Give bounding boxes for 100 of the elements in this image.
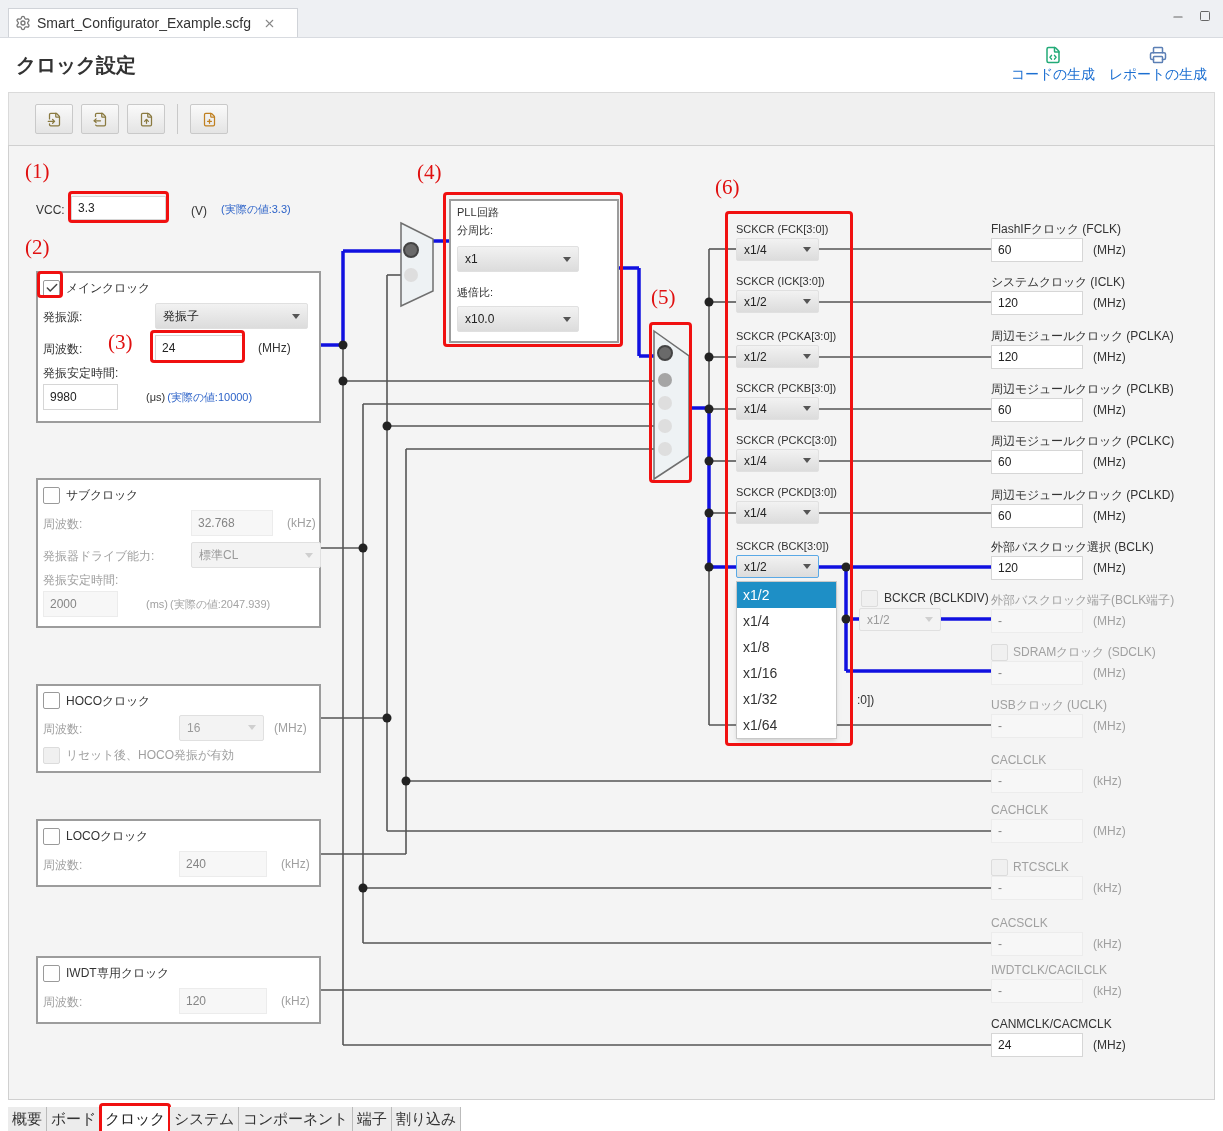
output-label: 周辺モジュールクロック (PCLKB) — [991, 381, 1174, 398]
action-button[interactable]: レポートの生成 — [1109, 45, 1207, 85]
unit-label: (MHz) — [1093, 295, 1126, 312]
caret-icon — [803, 406, 811, 411]
dropdown[interactable]: x1/2 — [736, 345, 819, 368]
checkbox[interactable] — [43, 964, 60, 982]
dropdown-option[interactable]: x1/8 — [737, 634, 836, 660]
editor-tab[interactable]: Smart_Configurator_Example.scfg — [8, 8, 298, 37]
editor-page-tab[interactable]: 概要 — [8, 1107, 47, 1131]
field-label: 周波数: — [43, 517, 83, 531]
input-field[interactable]: - — [991, 661, 1083, 685]
output-label: CACSCLK — [991, 915, 1048, 932]
editor-page-tab[interactable]: システム — [170, 1107, 239, 1131]
caret-icon — [305, 552, 313, 558]
junction-dot — [382, 421, 392, 431]
dropdown[interactable]: x1/4 — [736, 449, 819, 472]
actual-value-text: (実際の値:10000) — [167, 389, 253, 405]
output-label: 外部バスクロック端子(BCLK端子) — [991, 592, 1175, 609]
unit-label: (MHz) — [274, 719, 307, 737]
input-field[interactable]: 60 — [991, 238, 1083, 262]
radio-dot[interactable] — [658, 373, 672, 387]
dropdown-option[interactable]: x1/16 — [737, 660, 836, 686]
toolbar-button[interactable] — [35, 104, 73, 134]
input-field[interactable]: 9980 — [43, 384, 118, 410]
input-field[interactable]: 60 — [991, 450, 1083, 474]
editor-page-tab[interactable]: 割り込み — [392, 1107, 461, 1131]
junction-dot — [358, 543, 368, 553]
input-field[interactable]: - — [991, 609, 1083, 633]
input-field[interactable]: 120 — [179, 988, 267, 1014]
input-field[interactable]: 2000 — [43, 591, 118, 617]
panel-title: PLL回路 — [457, 205, 500, 220]
dropdown-option[interactable]: x1/2 — [737, 582, 836, 608]
annotation-number: (5) — [651, 284, 676, 311]
unit-label: (MHz) — [1093, 665, 1126, 682]
checkbox[interactable] — [43, 827, 60, 845]
input-field[interactable]: 3.3 — [71, 196, 166, 220]
input-field[interactable]: - — [991, 932, 1083, 956]
editor-page-tab[interactable]: コンポーネント — [239, 1107, 353, 1131]
annotation-number: (3) — [108, 329, 133, 356]
dropdown-option[interactable]: x1/32 — [737, 686, 836, 712]
radio-dot[interactable] — [657, 345, 673, 361]
input-field[interactable]: 120 — [991, 291, 1083, 315]
input-field[interactable]: 240 — [179, 851, 267, 877]
dropdown[interactable]: x1/4 — [736, 501, 819, 524]
junction-dot — [841, 562, 851, 572]
code-file-icon — [1044, 45, 1062, 64]
checkbox[interactable] — [43, 692, 60, 710]
dropdown-option[interactable]: x1/64 — [737, 712, 836, 738]
input-field[interactable]: 24 — [155, 335, 244, 361]
actual-value-text: (実際の値:2047.939) — [170, 596, 271, 612]
dropdown-option[interactable]: x1/4 — [737, 608, 836, 634]
field-label: 周波数: — [43, 342, 83, 356]
divider-label: :0]) — [857, 693, 875, 707]
editor-page-tab[interactable]: 端子 — [353, 1107, 392, 1131]
toolbar-button[interactable] — [127, 104, 165, 134]
input-field[interactable]: - — [991, 714, 1083, 738]
junction-dot — [704, 297, 714, 307]
field-label: 発振安定時間: — [43, 365, 119, 382]
actual-value-text: (実際の値:3.3) — [221, 202, 291, 217]
input-field[interactable]: 60 — [991, 398, 1083, 422]
junction-dot — [382, 713, 392, 723]
unit-label: (MHz) — [1093, 613, 1126, 630]
dropdown[interactable]: x1/4 — [736, 397, 819, 420]
input-field[interactable]: - — [991, 979, 1083, 1003]
checkbox[interactable] — [43, 486, 60, 504]
dropdown[interactable]: x1/2 — [736, 555, 819, 578]
input-field[interactable]: 32.768 — [191, 510, 273, 536]
divider-label: SCKCR (PCKD[3:0]) — [736, 485, 837, 500]
junction-dot — [704, 456, 714, 466]
unit-label: (MHz) — [1093, 349, 1126, 366]
panel-title: IWDT専用クロック — [66, 965, 169, 982]
field-label: 発振源: — [43, 310, 83, 324]
dropdown[interactable]: x1 — [457, 246, 579, 272]
toolbar-button[interactable] — [81, 104, 119, 134]
input-field[interactable]: - — [991, 769, 1083, 793]
caret-icon — [248, 725, 256, 731]
dropdown[interactable]: x1/4 — [736, 238, 819, 261]
divider-label: SCKCR (PCKB[3:0]) — [736, 381, 837, 396]
input-field[interactable]: 120 — [991, 556, 1083, 580]
input-field[interactable]: 24 — [991, 1033, 1083, 1057]
dropdown[interactable]: x10.0 — [457, 306, 579, 332]
junction-dot — [338, 376, 348, 386]
input-field[interactable]: - — [991, 819, 1083, 843]
output-label: SDRAMクロック (SDCLK) — [1013, 644, 1156, 661]
input-field[interactable]: 120 — [991, 345, 1083, 369]
divider-label: SCKCR (ICK[3:0]) — [736, 274, 825, 289]
input-field[interactable]: 60 — [991, 504, 1083, 528]
dropdown[interactable]: x1/2 — [736, 290, 819, 313]
action-button[interactable]: コードの生成 — [1011, 45, 1095, 85]
dropdown[interactable]: 発振子 — [155, 303, 308, 329]
divider-label: BCKCR (BCLKDIV) — [884, 590, 989, 607]
output-label: 周辺モジュールクロック (PCLKA) — [991, 328, 1174, 345]
output-label: 周辺モジュールクロック (PCLKC) — [991, 433, 1175, 450]
output-label: CACHCLK — [991, 802, 1049, 819]
unit-label: (kHz) — [281, 993, 310, 1010]
radio-dot[interactable] — [403, 242, 419, 258]
editor-page-tab[interactable]: ボード — [47, 1107, 101, 1131]
toolbar-button[interactable] — [190, 104, 228, 134]
input-field[interactable]: - — [991, 876, 1083, 900]
output-label: CANMCLK/CACMCLK — [991, 1016, 1112, 1033]
